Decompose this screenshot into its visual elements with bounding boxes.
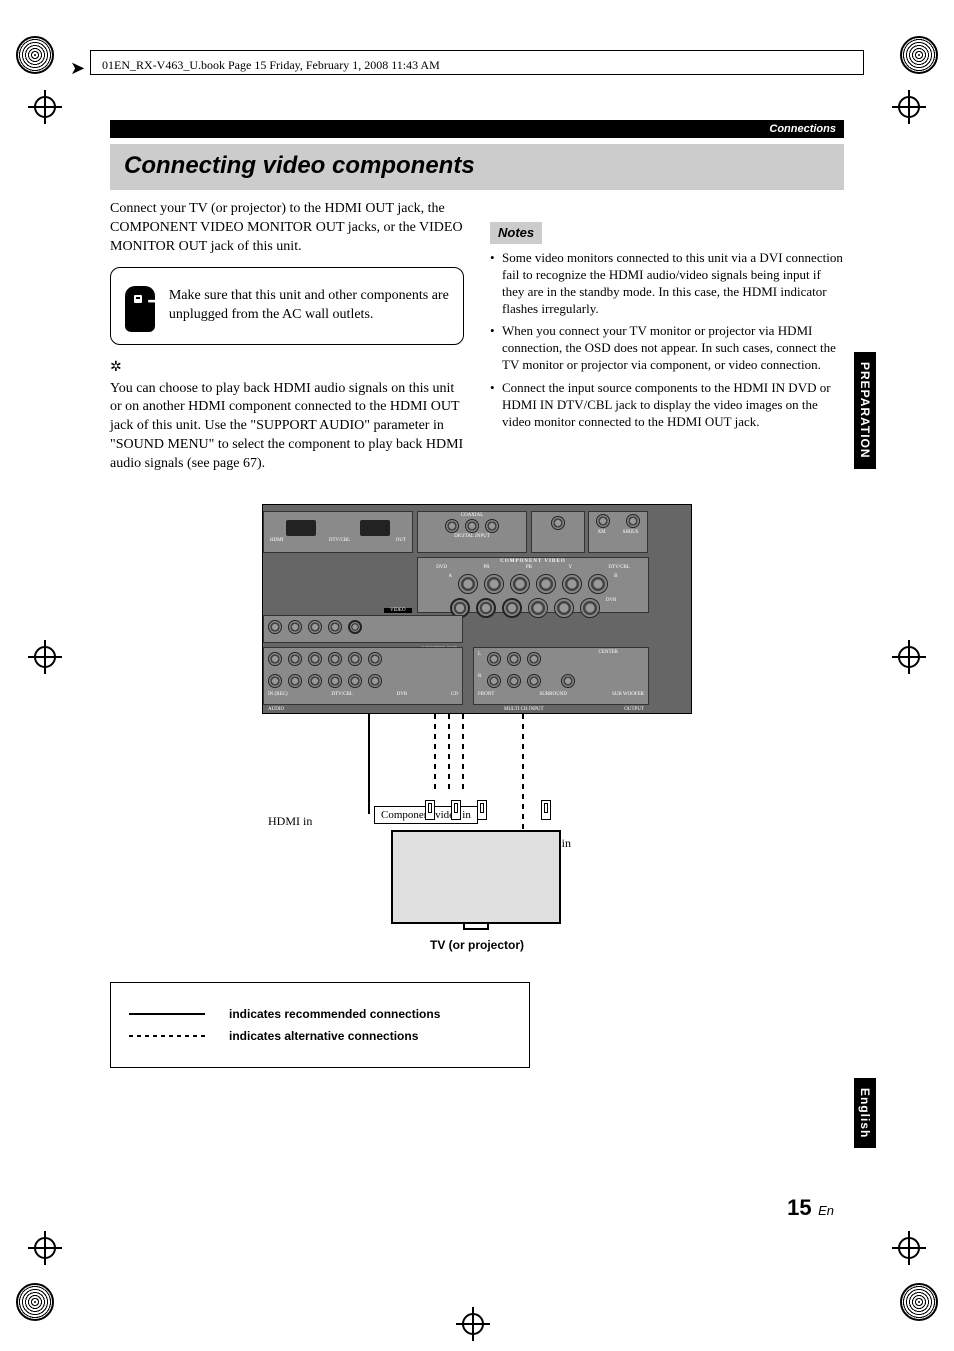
registration-cross (892, 90, 926, 124)
right-column: Notes Some video monitors connected to t… (490, 200, 844, 474)
connection-diagram: HDMI DTV/CBL OUT COAXIAL DIGITAL INPUT (262, 504, 692, 952)
panel-label: A (449, 574, 453, 594)
panel-label: PR (483, 565, 489, 570)
side-tab-preparation: PREPARATION (854, 352, 876, 469)
crop-rule (863, 50, 864, 74)
panel-label: Y (568, 565, 572, 570)
panel-label: DIGITAL INPUT (418, 534, 526, 539)
panel-label: SIRIUS (623, 530, 639, 535)
rear-panel-illustration: HDMI DTV/CBL OUT COAXIAL DIGITAL INPUT (262, 504, 692, 714)
callout-text: Make sure that this unit and other compo… (169, 287, 449, 325)
panel-label: MULTI CH INPUT (504, 707, 544, 712)
panel-label: IN (REC) (268, 692, 288, 697)
registration-cross (28, 1231, 62, 1265)
registration-cross (28, 90, 62, 124)
intro-text: Connect your TV (or projector) to the HD… (110, 200, 464, 257)
registration-corner (16, 1283, 54, 1321)
page-number-suffix: En (818, 1203, 834, 1218)
note-item: When you connect your TV monitor or proj… (490, 323, 844, 374)
tv-port (477, 800, 487, 820)
legend-row: indicates recommended connections (129, 1007, 511, 1021)
section-title-bar: Connecting video components (110, 144, 844, 190)
panel-label: DVR (606, 598, 617, 618)
page-number-value: 15 (787, 1195, 811, 1220)
tip-icon: ✲ (110, 359, 464, 378)
legend-recommended: indicates recommended connections (229, 1007, 440, 1021)
registration-corner (900, 1283, 938, 1321)
wire-component (448, 714, 450, 794)
side-tab-english: English (854, 1078, 876, 1148)
page-number: 15 En (787, 1195, 834, 1221)
source-header-line: 01EN_RX-V463_U.book Page 15 Friday, Febr… (102, 58, 440, 73)
note-item: Connect the input source components to t… (490, 380, 844, 431)
tv-port (541, 800, 551, 820)
panel-label: DVR (397, 692, 408, 697)
registration-corner (16, 36, 54, 74)
panel-label: COMPONENT VIDEO (418, 558, 648, 565)
crop-rule (90, 74, 864, 75)
panel-label: DVD (436, 565, 447, 570)
tv-caption: TV (or projector) (262, 938, 692, 952)
panel-label: VIDEO (384, 608, 412, 613)
notes-list: Some video monitors connected to this un… (490, 250, 844, 431)
unplug-icon: ➔ (125, 280, 155, 332)
wire-component (434, 714, 436, 794)
panel-label: PB (526, 565, 532, 570)
breadcrumb: Connections (110, 120, 844, 138)
panel-label: SURROUND (539, 692, 567, 697)
legend-box: indicates recommended connections indica… (110, 982, 530, 1068)
tv-illustration (367, 790, 587, 930)
panel-label: XM (598, 530, 606, 535)
left-column: Connect your TV (or projector) to the HD… (110, 200, 464, 474)
registration-cross (892, 640, 926, 674)
tip-text: You can choose to play back HDMI audio s… (110, 380, 464, 474)
breadcrumb-text: Connections (769, 123, 836, 135)
panel-label: HDMI (270, 538, 283, 543)
registration-cross (28, 640, 62, 674)
legend-dashed-line-icon (129, 1035, 205, 1037)
registration-cross (892, 1231, 926, 1265)
tv-port (425, 800, 435, 820)
note-item: Some video monitors connected to this un… (490, 250, 844, 318)
panel-label: OUTPUT (624, 707, 644, 712)
crop-rule (90, 50, 91, 74)
wire-component (462, 714, 464, 794)
legend-alternative: indicates alternative connections (229, 1029, 418, 1043)
legend-row: indicates alternative connections (129, 1029, 511, 1043)
section-title: Connecting video components (124, 152, 830, 180)
panel-label: B (614, 574, 617, 594)
panel-label: DTV/CBL (329, 538, 350, 543)
diagram-hdmi-in-label: HDMI in (268, 814, 312, 829)
crop-arrow: ➤ (70, 58, 85, 79)
panel-label: AUDIO (268, 707, 284, 712)
panel-label: DTV/CBL (608, 565, 629, 570)
panel-label: CD (451, 692, 458, 697)
panel-label: OUT (396, 538, 406, 543)
caution-callout: ➔ Make sure that this unit and other com… (110, 267, 464, 345)
panel-label: DTV/CBL (331, 692, 352, 697)
tv-port (451, 800, 461, 820)
notes-heading: Notes (490, 222, 542, 244)
legend-solid-line-icon (129, 1013, 205, 1015)
panel-label: SUB WOOFER (612, 692, 644, 697)
crop-rule (90, 50, 864, 51)
panel-label: CENTER (599, 650, 618, 655)
registration-cross (456, 1307, 490, 1341)
registration-corner (900, 36, 938, 74)
panel-label: FRONT (478, 692, 494, 697)
